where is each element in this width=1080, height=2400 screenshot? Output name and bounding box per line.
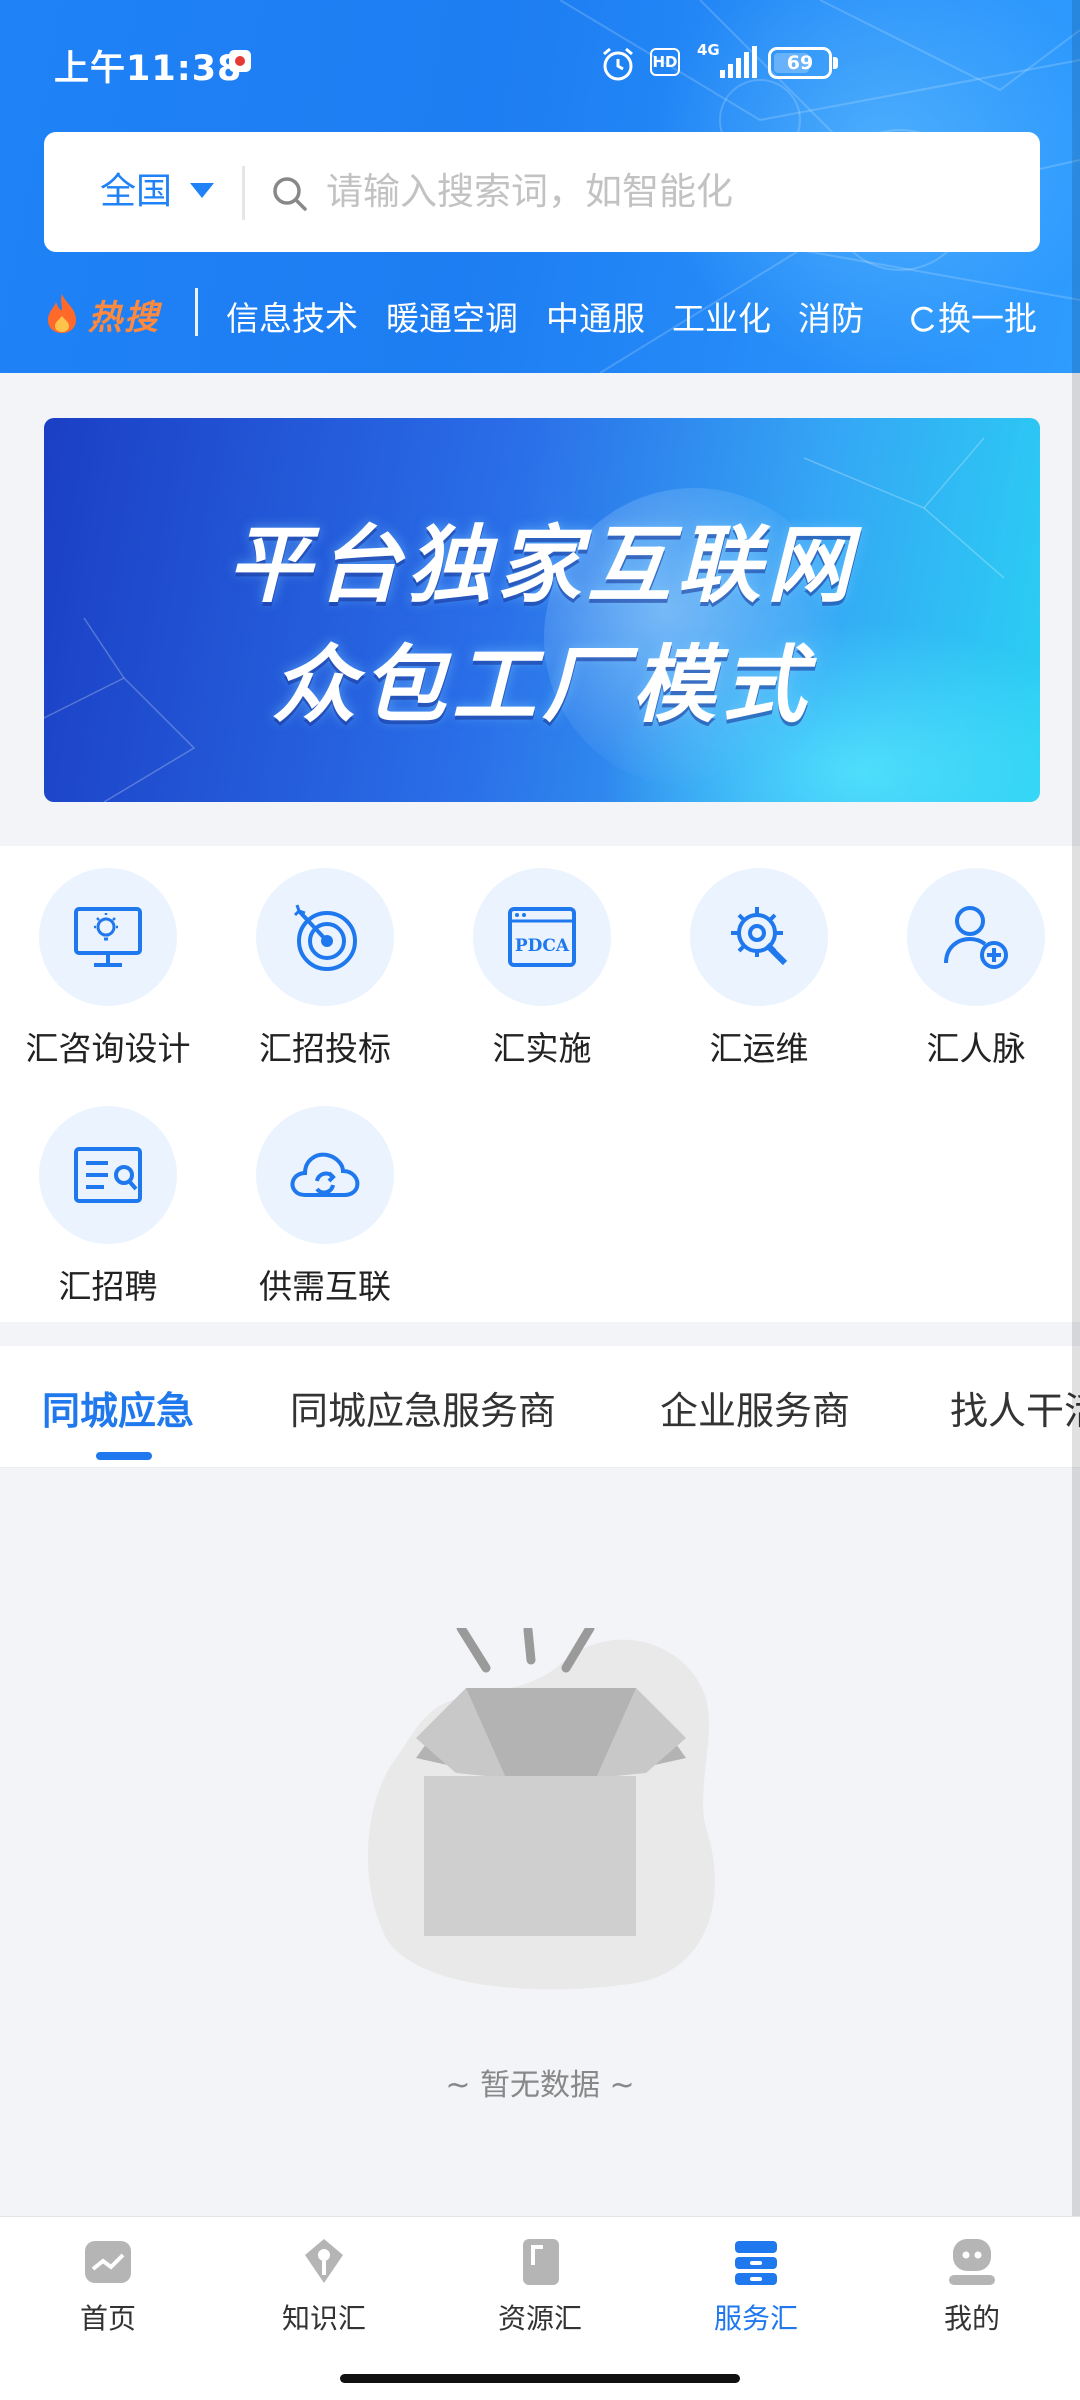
nav-label: 我的 bbox=[943, 2302, 1000, 2335]
active-tab-indicator bbox=[96, 1452, 152, 1460]
refresh-button[interactable]: 换一批 bbox=[908, 292, 1037, 340]
status-bar: 上午11:38 HD 4G 69 bbox=[0, 0, 1080, 126]
service-label: 汇咨询设计 bbox=[25, 1029, 191, 1068]
tab-local-emergency-providers[interactable]: 同城应急服务商 bbox=[290, 1380, 556, 1435]
tab-find-workers[interactable]: 找人干活 bbox=[950, 1380, 1080, 1435]
flame-icon bbox=[48, 294, 76, 333]
promo-banner[interactable]: 平台独家互联网 众包工厂模式 bbox=[44, 418, 1040, 802]
region-selector[interactable]: 全国 bbox=[100, 132, 172, 252]
service-network[interactable]: 汇人脉 bbox=[876, 868, 1076, 1070]
service-grid: 汇咨询设计 汇招投标 PDCA 汇实施 汇运维 汇人脉 汇招聘 供需互联 bbox=[0, 846, 1080, 1322]
battery-level: 69 bbox=[786, 52, 814, 74]
service-bidding[interactable]: 汇招投标 bbox=[225, 868, 425, 1070]
service-label: 汇招投标 bbox=[259, 1029, 391, 1068]
nav-services[interactable]: 服务汇 bbox=[676, 2235, 836, 2337]
service-supply-demand[interactable]: 供需互联 bbox=[225, 1106, 425, 1308]
hot-keyword[interactable]: 中通服 bbox=[546, 292, 645, 340]
tab-local-emergency[interactable]: 同城应急 bbox=[42, 1380, 194, 1435]
hot-search-bar: 热搜 信息技术 暖通空调 中通服 工业化 消防 换一批 bbox=[0, 278, 1080, 348]
service-consult-design[interactable]: 汇咨询设计 bbox=[8, 868, 208, 1070]
category-tabs: 同城应急 同城应急服务商 企业服务商 找人干活 bbox=[0, 1346, 1080, 1468]
monitor-lightbulb-icon bbox=[74, 907, 142, 967]
signal-icon bbox=[720, 46, 757, 78]
service-implementation[interactable]: PDCA 汇实施 bbox=[442, 868, 642, 1070]
resume-icon bbox=[74, 1147, 142, 1203]
header-area: 上午11:38 HD 4G 69 全国 请输入搜索词，如智能化 热搜 信息技术 … bbox=[0, 0, 1080, 373]
nav-label: 知识汇 bbox=[281, 2302, 366, 2335]
service-label: 汇实施 bbox=[492, 1029, 592, 1068]
target-icon bbox=[293, 904, 357, 971]
empty-state-text: ~ 暂无数据 ~ bbox=[445, 2068, 635, 2103]
hot-keyword[interactable]: 暖通空调 bbox=[386, 292, 518, 340]
service-label: 汇人脉 bbox=[926, 1029, 1026, 1068]
hot-divider bbox=[195, 288, 198, 336]
battery-icon: 69 bbox=[768, 47, 838, 79]
service-recruitment[interactable]: 汇招聘 bbox=[8, 1106, 208, 1308]
refresh-icon bbox=[911, 306, 935, 332]
service-operations[interactable]: 汇运维 bbox=[659, 868, 859, 1070]
nav-label: 资源汇 bbox=[497, 2302, 582, 2335]
chevron-down-icon[interactable] bbox=[190, 183, 214, 198]
home-indicator[interactable] bbox=[340, 2374, 740, 2383]
search-divider bbox=[242, 166, 245, 220]
hot-keyword[interactable]: 消防 bbox=[798, 292, 864, 340]
cloud-sync-icon bbox=[290, 1152, 360, 1197]
refresh-label: 换一批 bbox=[938, 299, 1037, 338]
nav-resources[interactable]: 资源汇 bbox=[460, 2235, 620, 2337]
service-box-icon bbox=[735, 2241, 777, 2285]
add-person-icon bbox=[944, 906, 1008, 969]
bottom-nav: 首页 知识汇 资源汇 服务汇 我的 bbox=[0, 2216, 1080, 2400]
search-bar[interactable]: 全国 请输入搜索词，如智能化 bbox=[44, 132, 1040, 252]
nav-profile[interactable]: 我的 bbox=[892, 2235, 1052, 2337]
service-label: 汇招聘 bbox=[58, 1267, 158, 1306]
search-icon bbox=[273, 177, 307, 211]
pdca-icon: PDCA bbox=[508, 907, 576, 967]
hot-search-label: 热搜 bbox=[88, 298, 160, 338]
resource-book-icon bbox=[523, 2239, 559, 2285]
knowledge-pin-icon bbox=[305, 2239, 343, 2283]
hot-keyword[interactable]: 信息技术 bbox=[226, 292, 358, 340]
scrollbar[interactable] bbox=[1072, 0, 1080, 2216]
nav-label: 服务汇 bbox=[713, 2302, 798, 2335]
profile-icon bbox=[949, 2239, 995, 2285]
svg-text:PDCA: PDCA bbox=[515, 936, 570, 956]
gear-wrench-icon bbox=[731, 907, 788, 966]
alarm-icon bbox=[603, 47, 633, 81]
network-type: 4G bbox=[697, 41, 720, 59]
search-input[interactable]: 请输入搜索词，如智能化 bbox=[326, 132, 733, 252]
hd-badge: HD bbox=[650, 48, 680, 76]
empty-box-illustration bbox=[367, 1628, 715, 1990]
banner-headline: 平台独家互联网 bbox=[226, 516, 857, 614]
nav-home[interactable]: 首页 bbox=[28, 2235, 188, 2337]
tab-enterprise-providers[interactable]: 企业服务商 bbox=[660, 1380, 850, 1435]
service-label: 汇运维 bbox=[709, 1029, 809, 1068]
nav-knowledge[interactable]: 知识汇 bbox=[244, 2235, 404, 2337]
status-time: 上午11:38 bbox=[54, 49, 243, 89]
banner-subheadline: 众包工厂模式 bbox=[271, 636, 812, 734]
notification-icon bbox=[229, 50, 251, 72]
service-label: 供需互联 bbox=[259, 1267, 391, 1306]
nav-label: 首页 bbox=[79, 2302, 136, 2335]
home-chart-icon bbox=[85, 2241, 131, 2283]
hot-keyword[interactable]: 工业化 bbox=[672, 292, 771, 340]
